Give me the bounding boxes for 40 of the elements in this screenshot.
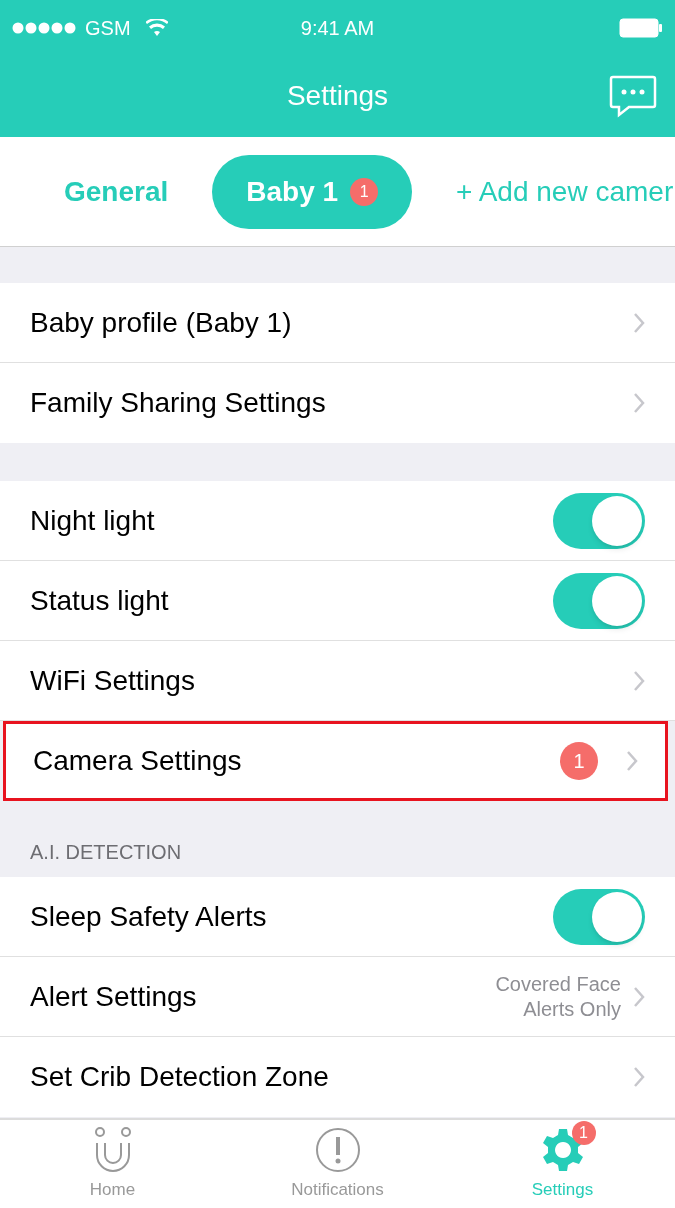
- row-label: Alert Settings: [30, 979, 198, 1014]
- row-label: Night light: [30, 503, 156, 538]
- chevron-icon: [633, 1066, 645, 1088]
- count-badge: 1: [571, 1120, 596, 1145]
- row-value: Covered Face Alerts Only: [494, 971, 621, 1022]
- settings-row[interactable]: Family Sharing Settings: [0, 363, 675, 443]
- status-time: 9:41 AM: [300, 15, 375, 41]
- settings-row[interactable]: Set Crib Detection Zone: [0, 1037, 675, 1117]
- settings-row[interactable]: Sleep Safety Alerts: [0, 877, 675, 957]
- count-badge: 1: [350, 177, 379, 206]
- row-label: Family Sharing Settings: [30, 386, 327, 420]
- chevron-icon: [633, 392, 645, 414]
- toggle-switch[interactable]: [553, 888, 645, 945]
- row-label: Camera Settings: [33, 744, 243, 778]
- page-title: Settings: [286, 79, 389, 113]
- settings-row[interactable]: WiFi Settings: [0, 641, 675, 721]
- row-label: Set Crib Detection Zone: [30, 1060, 330, 1094]
- chevron-icon: [633, 311, 645, 334]
- settings-row[interactable]: Night light: [0, 481, 675, 561]
- carrier-name: GSM: [85, 15, 131, 41]
- row-label: Baby profile (Baby 1): [30, 305, 293, 340]
- settings-row[interactable]: Camera Settings 1: [3, 721, 668, 801]
- settings-row[interactable]: Alert Settings Covered Face Alerts Only: [0, 957, 675, 1037]
- chevron-icon: [633, 669, 645, 692]
- settings-row[interactable]: Status light: [0, 561, 675, 641]
- wifi-icon: [145, 18, 168, 37]
- chevron-icon: [633, 985, 645, 1008]
- count-badge: 1: [560, 742, 598, 780]
- signal-icon: [12, 21, 78, 34]
- smile-icon: [93, 1126, 132, 1173]
- settings-row[interactable]: Baby profile (Baby 1): [0, 283, 675, 363]
- alert-icon: [314, 1126, 361, 1173]
- section-header: A.I. DETECTION: [30, 840, 182, 865]
- chevron-icon: [626, 750, 638, 772]
- row-label: WiFi Settings: [30, 663, 196, 698]
- toggle-switch[interactable]: [553, 492, 645, 549]
- row-label: Sleep Safety Alerts: [30, 899, 268, 934]
- battery-icon: [619, 17, 663, 38]
- row-label: Status light: [30, 583, 170, 618]
- toggle-switch[interactable]: [553, 572, 645, 629]
